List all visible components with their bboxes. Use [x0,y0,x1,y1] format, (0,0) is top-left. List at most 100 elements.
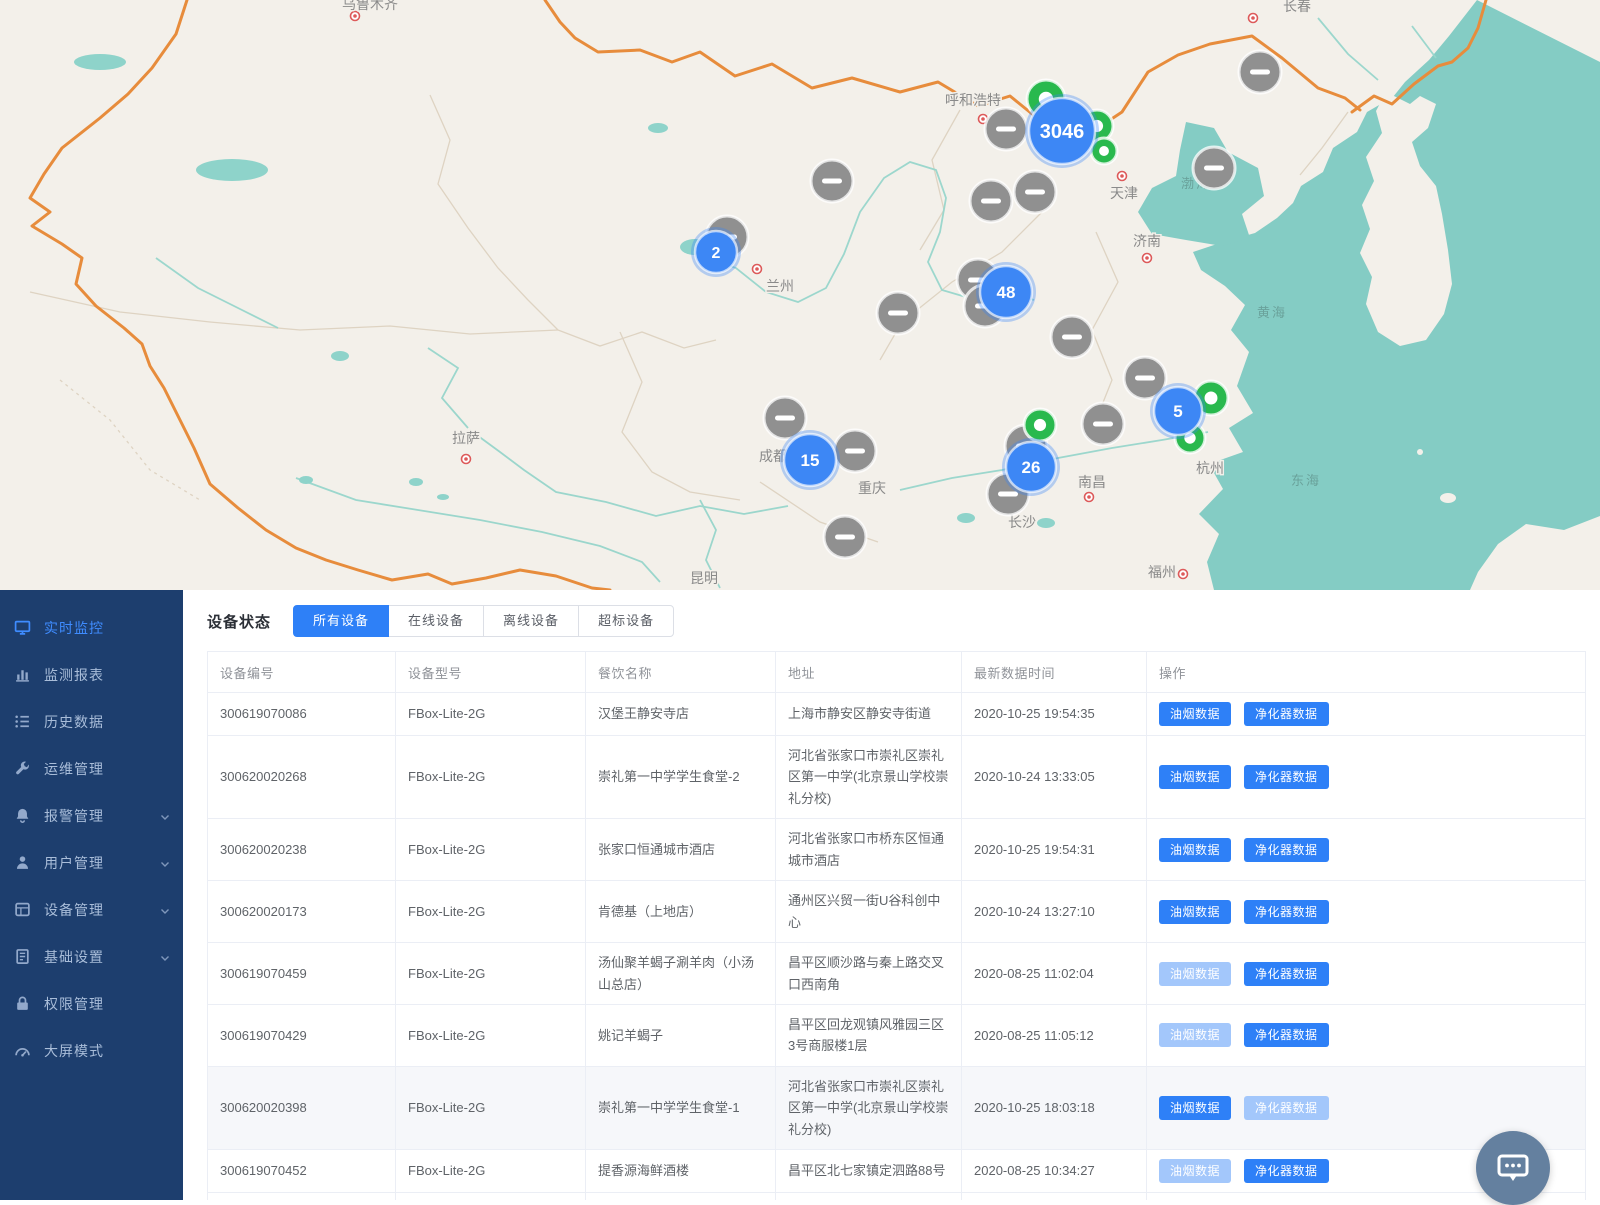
purifier-data-button[interactable]: 净化器数据 [1244,962,1329,986]
city-name: 长春 [1283,0,1311,14]
sidebar-item-big-screen-mode[interactable]: 大屏模式 [0,1027,183,1074]
table-row: 300619070452FBox-Lite-2G提香源海鲜酒楼昌平区北七家镇定泗… [208,1150,1586,1193]
device-status-bar: 设备状态 所有设备在线设备离线设备超标设备 [183,590,1600,649]
address-cell: 河北省张家口市桥东区恒通城市酒店 [776,819,962,881]
device-cluster-marker[interactable]: 48 [976,262,1036,322]
minus-icon [1204,166,1224,171]
offline-cluster-marker[interactable] [1082,403,1124,445]
offline-cluster-marker[interactable] [824,516,866,558]
sidebar-item-ops-management[interactable]: 运维管理 [0,745,183,792]
purifier-data-button[interactable]: 净化器数据 [1244,1096,1329,1120]
tab-online-devices[interactable]: 在线设备 [388,605,484,637]
minus-icon [835,535,855,540]
city-dot-center [464,457,468,461]
sidebar-item-label: 大屏模式 [44,1041,171,1061]
offline-cluster-marker[interactable] [1239,51,1281,93]
device-cluster-marker[interactable]: 3046 [1025,94,1099,168]
bar-chart-icon [14,666,31,683]
address-cell: 昌平区回龙观育知东路龙腾苑六区东北门 [776,1193,962,1200]
offline-cluster-marker[interactable] [811,160,853,202]
sidebar-item-label: 用户管理 [44,853,159,873]
purifier-data-button[interactable]: 净化器数据 [1244,838,1329,862]
sidebar-item-label: 实时监控 [44,618,171,638]
city-name: 济南 [1133,233,1161,249]
latest-data-time-cell: 2020-10-16 13:31:39 [962,1193,1147,1200]
table-row: 300619070459FBox-Lite-2G汤仙聚羊蝎子涮羊肉（小汤山总店）… [208,943,1586,1005]
oil-smoke-data-button[interactable]: 油烟数据 [1159,1023,1231,1047]
table-col-header-3: 地址 [776,652,962,693]
tab-exceed-devices[interactable]: 超标设备 [578,605,674,637]
oil-smoke-data-button[interactable]: 油烟数据 [1159,838,1231,862]
actions-cell: 油烟数据净化器数据 [1147,819,1586,881]
city-dot-center [981,117,985,121]
oil-smoke-data-button[interactable]: 油烟数据 [1159,900,1231,924]
offline-cluster-marker[interactable] [970,180,1012,222]
address-cell: 通州区兴贸一街U谷科创中心 [776,881,962,943]
city-name: 长沙 [1008,514,1036,530]
device-id-cell: 300619070086 [208,693,396,736]
restaurant-name-cell: 汤仙聚羊蝎子涮羊肉（小汤山总店） [586,943,776,1005]
oil-smoke-data-button[interactable]: 油烟数据 [1159,1096,1231,1120]
purifier-data-button[interactable]: 净化器数据 [1244,1159,1329,1183]
oil-smoke-data-button[interactable]: 油烟数据 [1159,702,1231,726]
sidebar-item-monitor-report[interactable]: 监测报表 [0,651,183,698]
document-icon [14,948,31,965]
chat-bubble-icon [1493,1148,1533,1188]
minus-icon [998,492,1018,497]
china-map[interactable]: 乌鲁木齐长春呼和浩特天津济南兰州拉萨成都重庆昆明长沙南昌杭州福州渤海黄海东海 3… [0,0,1600,590]
purifier-data-button[interactable]: 净化器数据 [1244,765,1329,789]
table-row: 300619070434FBox-Lite-2G巴蜀王婆大虾（回龙观旗舰店）昌平… [208,1193,1586,1200]
restaurant-name-cell: 姚记羊蝎子 [586,1004,776,1066]
sidebar-item-realtime-monitor[interactable]: 实时监控 [0,604,183,651]
sidebar-item-user-management[interactable]: 用户管理 [0,839,183,886]
sidebar-item-label: 基础设置 [44,947,159,967]
sidebar-item-device-management[interactable]: 设备管理 [0,886,183,933]
sidebar-item-permission-management[interactable]: 权限管理 [0,980,183,1027]
offline-cluster-marker[interactable] [1051,316,1093,358]
table-row: 300619070429FBox-Lite-2G姚记羊蝎子昌平区回龙观镇风雅园三… [208,1004,1586,1066]
chevron-down-icon [159,904,171,916]
minus-icon [888,311,908,316]
device-cluster-marker[interactable]: 5 [1150,383,1206,439]
offline-cluster-marker[interactable] [834,430,876,472]
device-id-cell: 300619070459 [208,943,396,1005]
address-cell: 昌平区北七家镇定泗路88号 [776,1150,962,1193]
device-cluster-marker[interactable]: 2 [691,227,741,277]
online-cluster-marker[interactable] [1024,409,1056,441]
tab-all-devices[interactable]: 所有设备 [293,605,389,637]
actions-cell: 油烟数据净化器数据 [1147,943,1586,1005]
device-model-cell: FBox-Lite-2G [396,1004,586,1066]
bell-icon [14,807,31,824]
purifier-data-button[interactable]: 净化器数据 [1244,702,1329,726]
minus-icon [1062,335,1082,340]
city-label: 杭州 [1196,460,1224,476]
device-model-cell: FBox-Lite-2G [396,693,586,736]
oil-smoke-data-button[interactable]: 油烟数据 [1159,1159,1231,1183]
purifier-data-button[interactable]: 净化器数据 [1244,1023,1329,1047]
address-cell: 昌平区顺沙路与秦上路交叉口西南角 [776,943,962,1005]
sidebar-item-alarm-management[interactable]: 报警管理 [0,792,183,839]
offline-cluster-marker[interactable] [985,108,1027,150]
table-row: 300620020268FBox-Lite-2G崇礼第一中学学生食堂-2河北省张… [208,736,1586,819]
map-canvas: 乌鲁木齐长春呼和浩特天津济南兰州拉萨成都重庆昆明长沙南昌杭州福州渤海黄海东海 3… [0,0,1600,590]
city-dot-center [1181,572,1185,576]
sidebar-item-history-data[interactable]: 历史数据 [0,698,183,745]
sidebar-item-basic-settings[interactable]: 基础设置 [0,933,183,980]
minus-icon [845,449,865,454]
chat-button[interactable] [1476,1131,1550,1205]
purifier-data-button[interactable]: 净化器数据 [1244,900,1329,924]
device-cluster-marker[interactable]: 15 [780,430,840,490]
table-row: 300620020398FBox-Lite-2G崇礼第一中学学生食堂-1河北省张… [208,1066,1586,1149]
device-id-cell: 300619070452 [208,1150,396,1193]
latest-data-time-cell: 2020-08-25 10:34:27 [962,1150,1147,1193]
restaurant-name-cell: 汉堡王静安寺店 [586,693,776,736]
lock-icon [14,995,31,1012]
oil-smoke-data-button[interactable]: 油烟数据 [1159,962,1231,986]
offline-cluster-marker[interactable] [1193,147,1235,189]
oil-smoke-data-button[interactable]: 油烟数据 [1159,765,1231,789]
offline-cluster-marker[interactable] [1014,171,1056,213]
tab-offline-devices[interactable]: 离线设备 [483,605,579,637]
device-cluster-marker[interactable]: 26 [1002,438,1060,496]
latest-data-time-cell: 2020-10-24 13:33:05 [962,736,1147,819]
offline-cluster-marker[interactable] [877,292,919,334]
